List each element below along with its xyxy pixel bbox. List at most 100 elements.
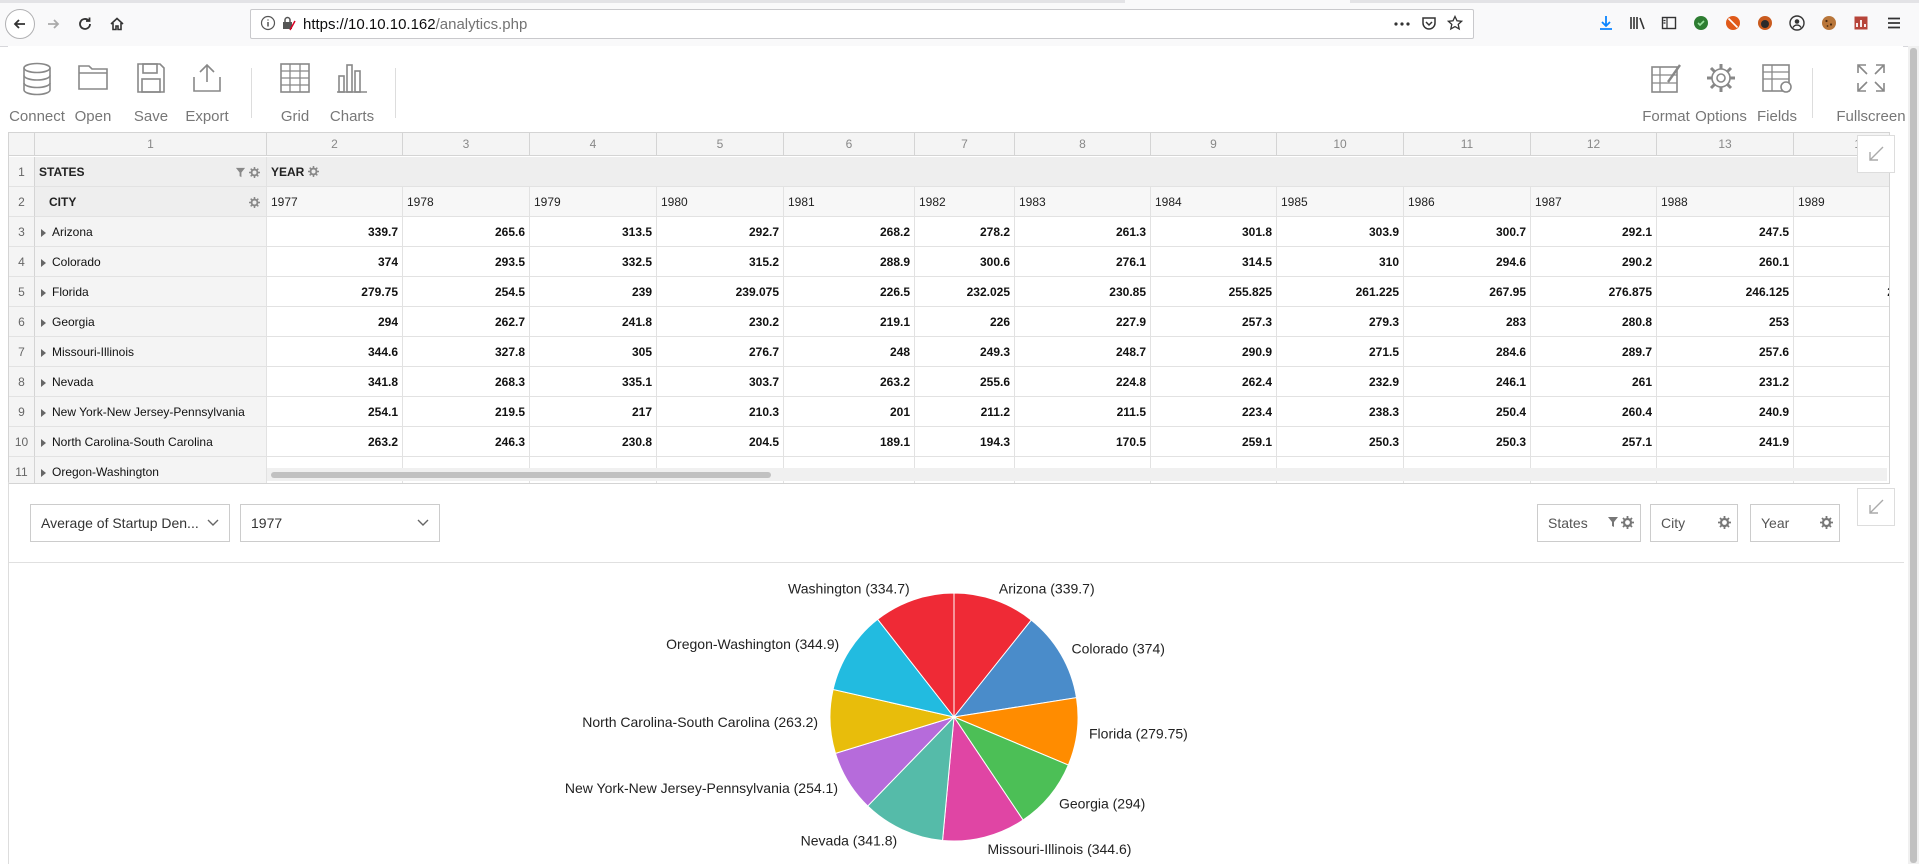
table-cell[interactable]: 242.4 bbox=[1794, 427, 1889, 457]
table-cell[interactable]: 284.6 bbox=[1404, 337, 1531, 367]
menu-button[interactable] bbox=[1884, 13, 1904, 33]
table-cell[interactable]: 228 bbox=[1794, 217, 1889, 247]
expand-caret-icon[interactable] bbox=[41, 378, 46, 387]
table-cell[interactable]: 280.8 bbox=[1531, 307, 1657, 337]
table-cell[interactable]: 283 bbox=[1404, 307, 1531, 337]
table-cell[interactable]: 262.7 bbox=[403, 307, 530, 337]
export-button[interactable]: Export bbox=[172, 62, 242, 125]
city-header-cell[interactable]: CITY bbox=[35, 187, 267, 217]
table-cell[interactable]: 288.9 bbox=[784, 247, 915, 277]
table-cell[interactable]: 257.6 bbox=[1657, 337, 1794, 367]
year-filter-pill[interactable]: Year bbox=[1750, 504, 1840, 542]
table-cell[interactable]: 260.1 bbox=[1657, 247, 1794, 277]
downloads-button[interactable] bbox=[1596, 13, 1616, 33]
pivot-grid[interactable]: 12345678910111213141234567891011STATESYE… bbox=[8, 132, 1890, 484]
column-number-header[interactable]: 11 bbox=[1404, 133, 1531, 156]
city-row-header[interactable]: Arizona bbox=[35, 217, 267, 247]
cookie-button[interactable] bbox=[1819, 13, 1839, 33]
row-number-header[interactable]: 3 bbox=[9, 217, 35, 247]
table-cell[interactable]: 219.1 bbox=[784, 307, 915, 337]
fields-button[interactable]: Fields bbox=[1742, 62, 1812, 125]
url-text[interactable]: https://10.10.10.162/analytics.php bbox=[303, 16, 527, 33]
gear-icon[interactable] bbox=[308, 166, 320, 177]
minimize-chart-button[interactable] bbox=[1857, 488, 1895, 526]
year-column-header[interactable]: 1987 bbox=[1531, 187, 1657, 217]
row-number-header[interactable]: 2 bbox=[9, 187, 35, 217]
table-cell[interactable]: 248 bbox=[784, 337, 915, 367]
table-cell[interactable]: 335.1 bbox=[530, 367, 657, 397]
table-cell[interactable]: 314.5 bbox=[1151, 247, 1277, 277]
city-row-header[interactable]: Oregon-Washington bbox=[35, 457, 267, 483]
city-row-header[interactable]: North Carolina-South Carolina bbox=[35, 427, 267, 457]
back-button[interactable] bbox=[5, 9, 35, 39]
table-cell[interactable]: 332.5 bbox=[530, 247, 657, 277]
table-cell[interactable]: 170.5 bbox=[1015, 427, 1151, 457]
gear-icon[interactable] bbox=[249, 197, 260, 208]
year-column-header[interactable]: 1980 bbox=[657, 187, 784, 217]
table-cell[interactable]: 290.2 bbox=[1531, 247, 1657, 277]
gear-icon[interactable] bbox=[1820, 516, 1833, 529]
row-number-header[interactable]: 1 bbox=[9, 157, 35, 187]
table-cell[interactable]: 276.7 bbox=[657, 337, 784, 367]
table-cell[interactable]: 294 bbox=[267, 307, 403, 337]
table-cell[interactable]: 254.8 bbox=[1794, 247, 1889, 277]
table-cell[interactable]: 231.2 bbox=[1657, 367, 1794, 397]
gear-icon[interactable] bbox=[249, 167, 260, 178]
bookmark-star-icon[interactable] bbox=[1447, 15, 1463, 31]
column-number-header[interactable]: 10 bbox=[1277, 133, 1404, 156]
fullscreen-button[interactable]: Fullscreen bbox=[1828, 62, 1914, 125]
table-cell[interactable]: 229.8 bbox=[1794, 397, 1889, 427]
table-cell[interactable]: 261 bbox=[1531, 367, 1657, 397]
table-cell[interactable]: 255.6 bbox=[915, 367, 1015, 397]
column-number-header[interactable]: 9 bbox=[1151, 133, 1277, 156]
column-number-header[interactable]: 1 bbox=[35, 133, 267, 156]
table-cell[interactable]: 240.9 bbox=[1657, 397, 1794, 427]
expand-caret-icon[interactable] bbox=[41, 288, 46, 297]
row-number-header[interactable]: 6 bbox=[9, 307, 35, 337]
table-cell[interactable]: 292.7 bbox=[657, 217, 784, 247]
table-cell[interactable]: 227.9 bbox=[1015, 307, 1151, 337]
table-cell[interactable]: 248.7 bbox=[1015, 337, 1151, 367]
table-cell[interactable]: 278.2 bbox=[915, 217, 1015, 247]
table-cell[interactable]: 327.8 bbox=[403, 337, 530, 367]
table-cell[interactable]: 310 bbox=[1277, 247, 1404, 277]
table-cell[interactable]: 279.3 bbox=[1277, 307, 1404, 337]
table-cell[interactable]: 246.125 bbox=[1657, 277, 1794, 307]
column-number-header[interactable]: 6 bbox=[784, 133, 915, 156]
table-cell[interactable]: 254.5 bbox=[403, 277, 530, 307]
table-cell[interactable]: 279.75 bbox=[267, 277, 403, 307]
states-header-cell[interactable]: STATES bbox=[35, 157, 267, 187]
table-cell[interactable]: 232.15 bbox=[1794, 277, 1889, 307]
expand-caret-icon[interactable] bbox=[41, 228, 46, 237]
table-cell[interactable]: 300.7 bbox=[1404, 217, 1531, 247]
city-row-header[interactable]: Georgia bbox=[35, 307, 267, 337]
table-cell[interactable]: 243 bbox=[1794, 307, 1889, 337]
table-cell[interactable]: 344.6 bbox=[267, 337, 403, 367]
table-cell[interactable]: 241.8 bbox=[530, 307, 657, 337]
table-cell[interactable]: 249.5 bbox=[1794, 367, 1889, 397]
table-cell[interactable]: 250.3 bbox=[1277, 427, 1404, 457]
table-cell[interactable]: 254.1 bbox=[267, 397, 403, 427]
row-number-header[interactable]: 11 bbox=[9, 457, 35, 483]
table-cell[interactable]: 210.3 bbox=[657, 397, 784, 427]
year-column-header[interactable]: 1984 bbox=[1151, 187, 1277, 217]
year-column-header[interactable]: 1986 bbox=[1404, 187, 1531, 217]
sidebar-button[interactable] bbox=[1659, 13, 1679, 33]
row-number-header[interactable]: 7 bbox=[9, 337, 35, 367]
table-cell[interactable]: 276.875 bbox=[1531, 277, 1657, 307]
reload-button[interactable] bbox=[70, 9, 100, 39]
column-number-header[interactable]: 4 bbox=[530, 133, 657, 156]
column-number-header[interactable]: 5 bbox=[657, 133, 784, 156]
row-number-header[interactable]: 10 bbox=[9, 427, 35, 457]
table-cell[interactable]: 249.3 bbox=[915, 337, 1015, 367]
page-scrollbar-thumb[interactable] bbox=[1910, 48, 1917, 863]
row-number-header[interactable]: 4 bbox=[9, 247, 35, 277]
table-cell[interactable]: 313.5 bbox=[530, 217, 657, 247]
table-cell[interactable]: 315.2 bbox=[657, 247, 784, 277]
year-column-header[interactable]: 1983 bbox=[1015, 187, 1151, 217]
expand-caret-icon[interactable] bbox=[41, 318, 46, 327]
city-filter-pill[interactable]: City bbox=[1650, 504, 1738, 542]
row-number-header[interactable]: 9 bbox=[9, 397, 35, 427]
table-cell[interactable]: 241.9 bbox=[1657, 427, 1794, 457]
info-icon[interactable] bbox=[260, 15, 276, 31]
